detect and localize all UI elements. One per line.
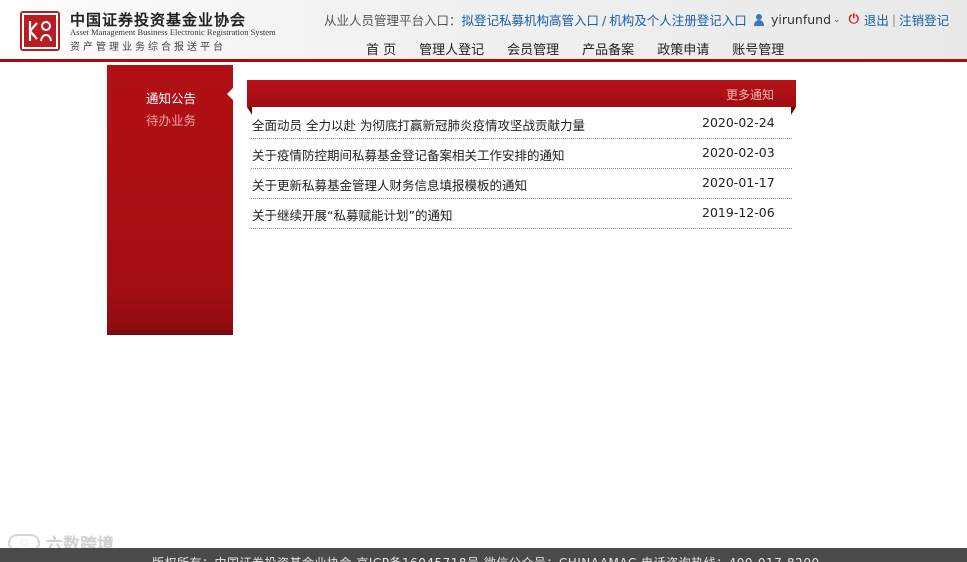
power-icon[interactable]: ⏻ [849,12,859,27]
notice-date: 2020-02-24 [702,115,775,130]
entry-prefix: 从业人员管理平台入口： [324,13,462,28]
notice-row[interactable]: 全面动员 全力以赴 为彻底打赢新冠肺炎疫情攻坚战贡献力量 2020-02-24 [251,109,792,139]
user-icon [753,13,765,26]
site-header: 中国证券投资基金业协会 Asset Management Business El… [0,0,967,62]
footer: 版权所有：中国证券投资基金业协会 京ICP备16045718号 微信公众号：CH… [0,548,967,562]
registration-entry-link[interactable]: 机构及个人注册登记入口 [609,13,747,28]
nav-account-management[interactable]: 账号管理 [732,39,784,58]
logo-icon[interactable] [20,11,60,51]
notice-date: 2020-01-17 [702,175,775,190]
sidebar-item-todo[interactable]: 待办业务 [146,110,196,129]
brand-subtitle: 资产管理业务综合报送平台 [70,42,226,53]
sidebar: 通知公告 待办业务 [107,65,233,335]
notice-title[interactable]: 关于继续开展“私募赋能计划”的通知 [252,205,452,224]
more-notices-link[interactable]: 更多通知 [726,86,774,103]
notice-panel-header: 更多通知 [247,80,796,115]
logout-link[interactable]: 退出 [864,10,889,29]
nav-product-filing[interactable]: 产品备案 [582,39,634,58]
chevron-down-icon[interactable]: ⌄ [833,15,841,25]
notice-date: 2019-12-06 [702,205,775,220]
user-area: yirunfund ⌄ ⏻ 退出 | 注销登记 [753,10,949,29]
notice-list: 全面动员 全力以赴 为彻底打赢新冠肺炎疫情攻坚战贡献力量 2020-02-24 … [251,109,792,229]
nav-home[interactable]: 首 页 [366,39,396,58]
notice-row[interactable]: 关于更新私募基金管理人财务信息填报模板的通知 2020-01-17 [251,169,792,199]
deregister-link[interactable]: 注销登记 [899,10,949,29]
entry-separator: / [602,13,607,28]
username[interactable]: yirunfund [771,12,831,27]
footer-text: 版权所有：中国证券投资基金业协会 京ICP备16045718号 微信公众号：CH… [152,554,820,562]
notice-title[interactable]: 关于更新私募基金管理人财务信息填报模板的通知 [252,175,527,194]
active-indicator-arrow [227,86,235,102]
brand-title-en: Asset Management Business Electronic Reg… [70,27,276,37]
nav-policy-application[interactable]: 政策申请 [657,39,709,58]
sidebar-item-notices[interactable]: 通知公告 [146,88,196,107]
notice-title[interactable]: 关于疫情防控期间私募基金登记备案相关工作安排的通知 [252,145,565,164]
nav-member-management[interactable]: 会员管理 [507,39,559,58]
practitioner-entry: 从业人员管理平台入口：拟登记私募机构高管入口 / 机构及个人注册登记入口 [324,10,747,29]
notice-row[interactable]: 关于继续开展“私募赋能计划”的通知 2019-12-06 [251,199,792,229]
main-nav: 首 页 管理人登记 会员管理 产品备案 政策申请 账号管理 [366,39,807,58]
user-divider: | [891,12,897,27]
notice-date: 2020-02-03 [702,145,775,160]
exec-entry-link[interactable]: 拟登记私募机构高管入口 [462,13,600,28]
notice-row[interactable]: 关于疫情防控期间私募基金登记备案相关工作安排的通知 2020-02-03 [251,139,792,169]
nav-manager-registration[interactable]: 管理人登记 [419,39,484,58]
notice-title[interactable]: 全面动员 全力以赴 为彻底打赢新冠肺炎疫情攻坚战贡献力量 [252,115,585,134]
